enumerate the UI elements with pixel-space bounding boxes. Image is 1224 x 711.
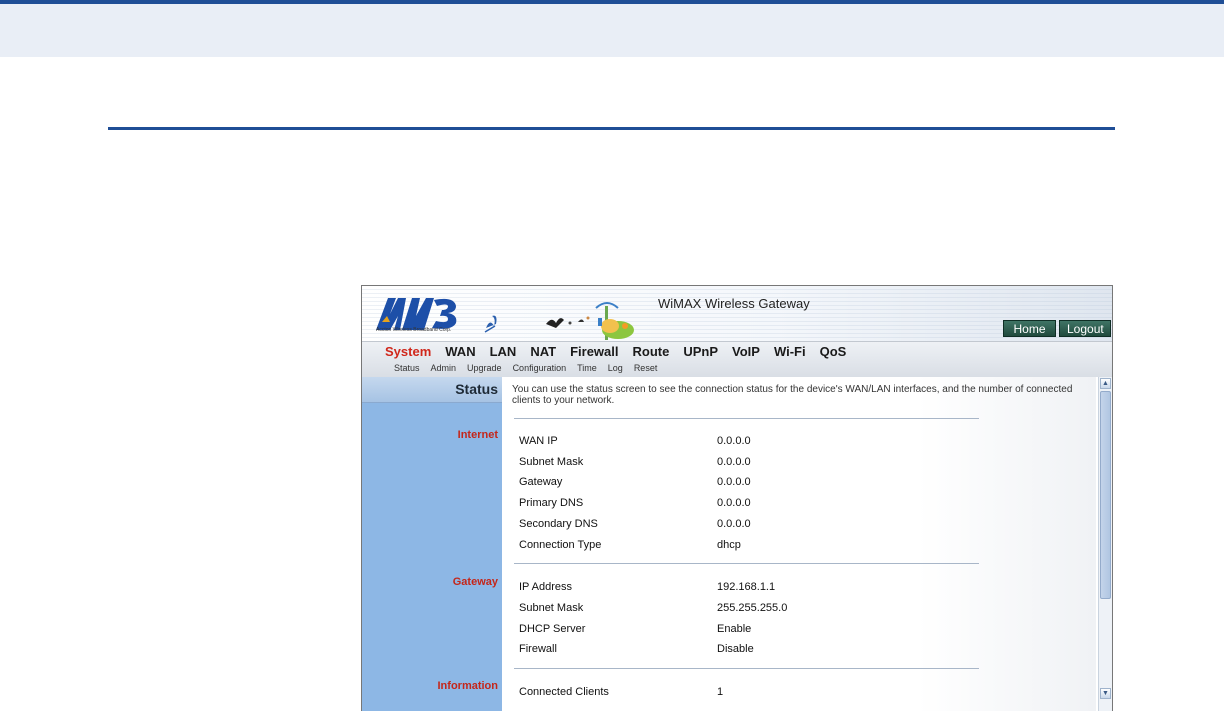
row-value: 0.0.0.0 [717,497,751,509]
row-value: Disable [717,643,754,655]
row-label: Firewall [519,643,557,655]
section-label-gateway: Gateway [452,576,498,588]
gateway-screenshot-frame: Accton Wireless Broadband Corp. WiMAX Wi… [361,285,1113,711]
nav-main-menu: System WAN LAN NAT Firewall Route UPnP V… [385,344,860,359]
row-label: Secondary DNS [519,518,598,530]
page-title: Status [455,381,498,397]
subnav-item-configuration[interactable]: Configuration [513,363,567,373]
app-header: Accton Wireless Broadband Corp. WiMAX Wi… [362,286,1112,341]
nav-item-route[interactable]: Route [633,344,670,359]
row-label: DHCP Server [519,623,586,635]
nav-item-firewall[interactable]: Firewall [570,344,618,359]
nav-item-lan[interactable]: LAN [490,344,517,359]
row-value: 255.255.255.0 [717,602,788,614]
vertical-scrollbar[interactable]: ▲ ▼ [1098,377,1112,711]
document-header-band [0,4,1224,57]
section-label-information: Information [437,680,499,692]
status-content: You can use the status screen to see the… [502,377,1096,711]
row-value: Enable [717,623,752,635]
row-label: WAN IP [519,435,558,447]
divider [514,668,979,669]
row-value: 192.168.1.1 [717,581,776,593]
row-value: 0.0.0.0 [717,476,751,488]
row-label: Connected Clients [519,686,609,698]
subnav-item-log[interactable]: Log [608,363,623,373]
nav-item-nat[interactable]: NAT [530,344,556,359]
nav-item-wan[interactable]: WAN [445,344,475,359]
nav-item-wifi[interactable]: Wi-Fi [774,344,806,359]
divider [514,563,979,564]
aw3-logo-icon [376,298,457,330]
row-value: 0.0.0.0 [717,518,751,530]
divider [514,418,979,419]
main-navigation: System WAN LAN NAT Firewall Route UPnP V… [362,341,1112,377]
section-label-internet: Internet [457,429,498,441]
home-button[interactable]: Home [1003,320,1056,337]
subnav-item-upgrade[interactable]: Upgrade [467,363,502,373]
row-label: IP Address [519,581,572,593]
nav-item-qos[interactable]: QoS [820,344,847,359]
row-value: 1 [717,686,724,698]
sidebar-heading: Status [362,377,502,403]
nav-item-voip[interactable]: VoIP [732,344,760,359]
row-label: Primary DNS [519,497,584,509]
row-value: 0.0.0.0 [717,435,751,447]
row-label: Gateway [519,476,563,488]
row-label: Subnet Mask [519,602,584,614]
sidebar: Status Internet Gateway Information [362,377,502,711]
nav-sub-menu: Status Admin Upgrade Configuration Time … [394,363,668,373]
nav-item-system[interactable]: System [385,344,431,359]
logout-button[interactable]: Logout [1059,320,1111,337]
scroll-down-arrow-icon[interactable]: ▼ [1100,688,1111,699]
subnav-item-time[interactable]: Time [577,363,597,373]
row-value: 0.0.0.0 [717,456,751,468]
subnav-item-reset[interactable]: Reset [634,363,658,373]
butterfly-tree-decoration-icon [484,302,634,340]
scrollbar-thumb[interactable] [1100,391,1111,599]
logo-subtitle: Accton Wireless Broadband Corp. [376,327,452,333]
row-value: dhcp [717,539,741,551]
subnav-item-admin[interactable]: Admin [431,363,457,373]
scroll-up-arrow-icon[interactable]: ▲ [1100,378,1111,389]
subnav-item-status[interactable]: Status [394,363,420,373]
row-label: Connection Type [519,539,602,551]
intro-text: You can use the status screen to see the… [512,384,1073,406]
row-label: Subnet Mask [519,456,584,468]
app-title: WiMAX Wireless Gateway [658,296,810,311]
document-divider [108,127,1115,130]
nav-item-upnp[interactable]: UPnP [683,344,718,359]
